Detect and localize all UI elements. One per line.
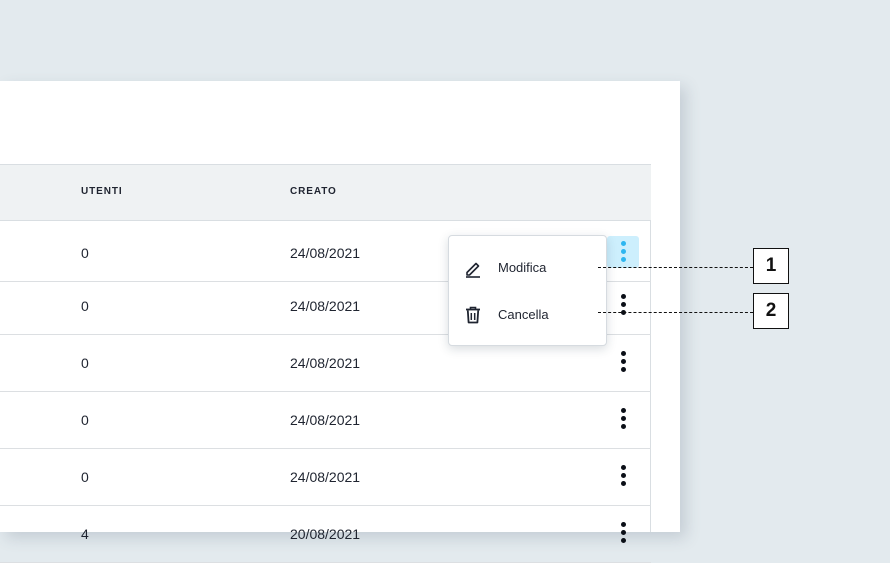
dot xyxy=(621,241,626,246)
dot xyxy=(621,294,626,299)
dot xyxy=(621,473,626,478)
callout-marker: 1 xyxy=(753,248,789,284)
callout-marker: 2 xyxy=(753,293,789,329)
dot xyxy=(621,302,626,307)
dot xyxy=(621,538,626,543)
dot xyxy=(621,530,626,535)
dot xyxy=(621,416,626,421)
created-date: 24/08/2021 xyxy=(290,412,361,428)
data-table: UTENTI CREATO 0 24/08/2021 0 24/08/2021 … xyxy=(0,164,651,563)
column-header-users[interactable]: UTENTI xyxy=(81,186,123,197)
dot xyxy=(621,257,626,262)
created-date: 24/08/2021 xyxy=(290,355,361,371)
table-row: 0 24/08/2021 xyxy=(0,449,651,506)
row-actions-menu: Modifica Cancella xyxy=(448,235,607,346)
table-header: UTENTI CREATO xyxy=(0,164,651,221)
pencil-icon xyxy=(466,262,480,278)
dot xyxy=(621,359,626,364)
users-count: 0 xyxy=(81,412,89,428)
callout-leader-line xyxy=(598,312,753,313)
users-count: 0 xyxy=(81,298,89,314)
more-actions-button[interactable] xyxy=(607,289,639,321)
more-actions-button[interactable] xyxy=(607,403,639,435)
column-header-created[interactable]: CREATO xyxy=(290,186,337,197)
callout-leader-line xyxy=(598,267,753,268)
dot xyxy=(621,249,626,254)
dot xyxy=(621,351,626,356)
users-count: 0 xyxy=(81,245,89,261)
table-row: 4 20/08/2021 xyxy=(0,506,651,563)
created-date: 24/08/2021 xyxy=(290,245,361,261)
table-row: 0 24/08/2021 xyxy=(0,392,651,449)
dot xyxy=(621,424,626,429)
created-date: 24/08/2021 xyxy=(290,469,361,485)
more-actions-button[interactable] xyxy=(607,346,639,378)
created-date: 20/08/2021 xyxy=(290,526,361,542)
menu-item-delete-label: Cancella xyxy=(498,307,549,322)
menu-item-edit-label: Modifica xyxy=(498,260,547,275)
menu-item-delete[interactable]: Cancella xyxy=(449,295,606,335)
more-actions-button[interactable] xyxy=(607,236,639,268)
dot xyxy=(621,367,626,372)
users-count: 4 xyxy=(81,526,89,542)
created-date: 24/08/2021 xyxy=(290,298,361,314)
dot xyxy=(621,465,626,470)
dot xyxy=(621,522,626,527)
menu-item-edit[interactable]: Modifica xyxy=(449,248,606,288)
dot xyxy=(621,481,626,486)
users-count: 0 xyxy=(81,355,89,371)
users-count: 0 xyxy=(81,469,89,485)
more-actions-button[interactable] xyxy=(607,517,639,549)
more-actions-button[interactable] xyxy=(607,460,639,492)
dot xyxy=(621,408,626,413)
trash-icon xyxy=(466,306,480,324)
